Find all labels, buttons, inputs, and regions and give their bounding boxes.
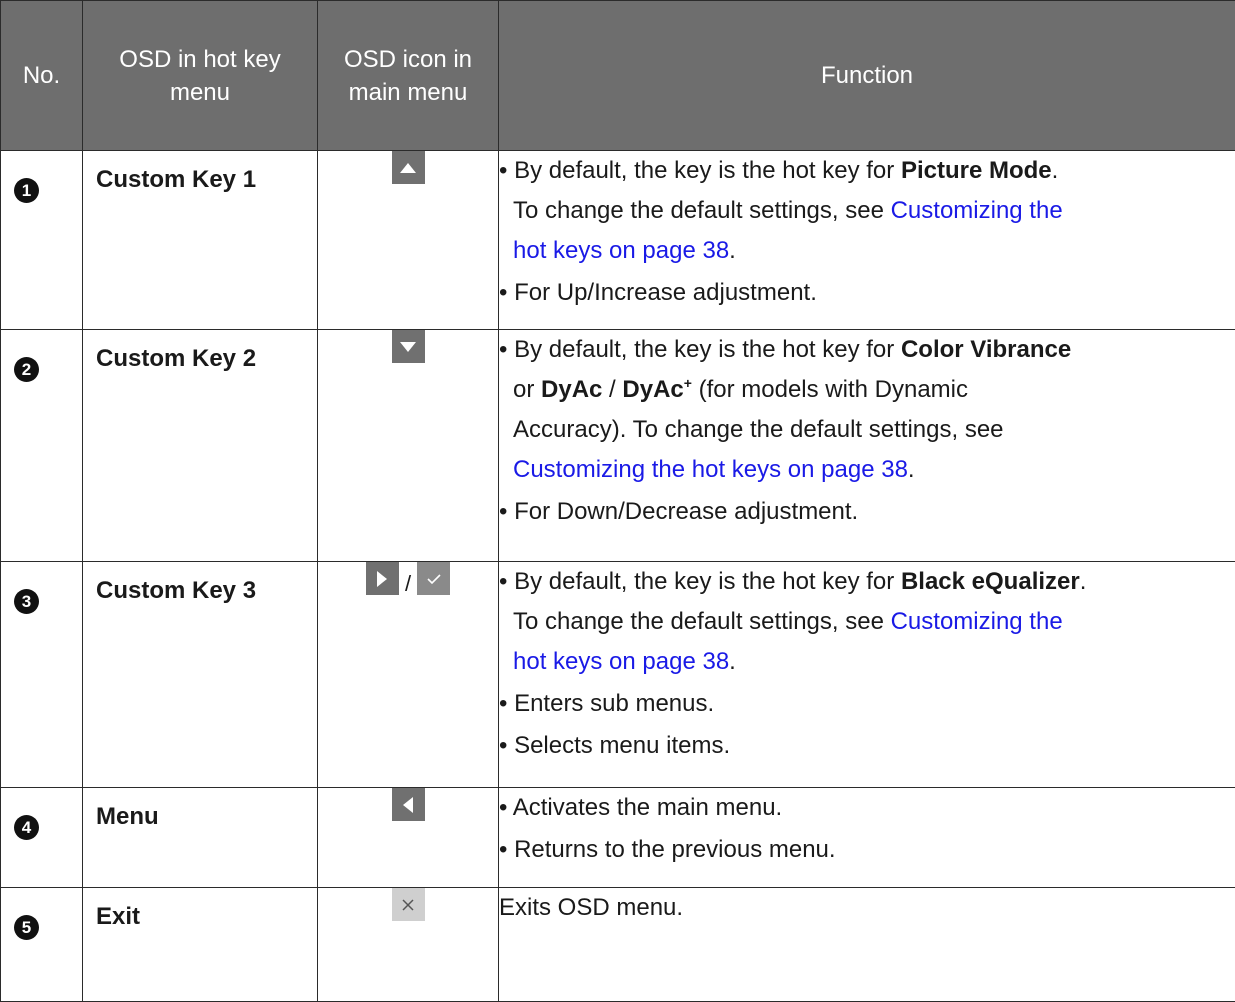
page-link[interactable]: Customizing the hot keys on page 38 bbox=[513, 456, 908, 483]
function-bold: Picture Mode bbox=[901, 157, 1052, 184]
function-bold: Black eQualizer bbox=[901, 568, 1080, 595]
function-text: . bbox=[729, 237, 736, 264]
table-row: 5 Exit Exits OSD menu. bbox=[1, 888, 1235, 1002]
function-text: Exits OSD menu. bbox=[499, 888, 1235, 928]
page-link[interactable]: Customizing the bbox=[891, 197, 1063, 224]
checkmark-icon bbox=[417, 562, 450, 595]
close-x-icon bbox=[392, 888, 425, 921]
function-text: / bbox=[602, 376, 622, 403]
function-text: • By default, the key is the hot key for bbox=[499, 568, 901, 595]
function-bold: Color Vibrance bbox=[901, 336, 1071, 363]
function-bold: DyAc bbox=[622, 376, 683, 403]
number-badge: 3 bbox=[14, 589, 39, 614]
table-row: 4 Menu • Activates the main menu. • Retu… bbox=[1, 788, 1235, 888]
table-row: 1 Custom Key 1 • By default, the key is … bbox=[1, 151, 1235, 330]
key-name: Menu bbox=[96, 801, 317, 833]
function-text: • Returns to the previous menu. bbox=[499, 830, 1235, 870]
page-link[interactable]: hot keys on page 38 bbox=[513, 237, 729, 264]
function-text: • Activates the main menu. bbox=[499, 788, 1235, 828]
page-link[interactable]: hot keys on page 38 bbox=[513, 648, 729, 675]
triangle-down-icon bbox=[392, 330, 425, 363]
triangle-left-icon bbox=[392, 788, 425, 821]
header-function: Function bbox=[499, 1, 1235, 151]
function-text: • For Down/Decrease adjustment. bbox=[499, 492, 1235, 532]
header-osd-hotkey: OSD in hot key menu bbox=[83, 1, 318, 151]
osd-key-table: No. OSD in hot key menu OSD icon in main… bbox=[0, 0, 1235, 1002]
key-name: Custom Key 1 bbox=[96, 164, 317, 196]
superscript: + bbox=[684, 375, 692, 391]
number-badge: 1 bbox=[14, 178, 39, 203]
table-row: 2 Custom Key 2 • By default, the key is … bbox=[1, 330, 1235, 562]
function-text: . bbox=[1052, 157, 1059, 184]
key-name: Custom Key 3 bbox=[96, 575, 317, 607]
function-text: • Selects menu items. bbox=[499, 726, 1235, 766]
icon-separator: / bbox=[405, 573, 411, 595]
function-text: • By default, the key is the hot key for bbox=[499, 336, 901, 363]
triangle-up-icon bbox=[392, 151, 425, 184]
number-badge: 4 bbox=[14, 815, 39, 840]
header-osd-icon: OSD icon in main menu bbox=[318, 1, 499, 151]
function-text: • By default, the key is the hot key for bbox=[499, 157, 901, 184]
function-text: . bbox=[1080, 568, 1087, 595]
function-text: • For Up/Increase adjustment. bbox=[499, 273, 1235, 313]
page-link[interactable]: Customizing the bbox=[891, 608, 1063, 635]
table-row: 3 Custom Key 3 / • By default, the key i… bbox=[1, 562, 1235, 788]
number-badge: 5 bbox=[14, 915, 39, 940]
header-no: No. bbox=[1, 1, 83, 151]
key-name: Custom Key 2 bbox=[96, 343, 317, 375]
number-badge: 2 bbox=[14, 357, 39, 382]
function-text: To change the default settings, see bbox=[513, 608, 891, 635]
function-bold: DyAc bbox=[541, 376, 602, 403]
key-name: Exit bbox=[96, 901, 317, 933]
function-text: . bbox=[729, 648, 736, 675]
function-text: Accuracy). To change the default setting… bbox=[499, 410, 1235, 450]
function-text: • Enters sub menus. bbox=[499, 684, 1235, 724]
triangle-right-icon bbox=[366, 562, 399, 595]
table-header-row: No. OSD in hot key menu OSD icon in main… bbox=[1, 1, 1235, 151]
function-text: To change the default settings, see bbox=[513, 197, 891, 224]
function-text: (for models with Dynamic bbox=[692, 376, 968, 403]
function-text: . bbox=[908, 456, 915, 483]
function-text: or bbox=[513, 376, 541, 403]
